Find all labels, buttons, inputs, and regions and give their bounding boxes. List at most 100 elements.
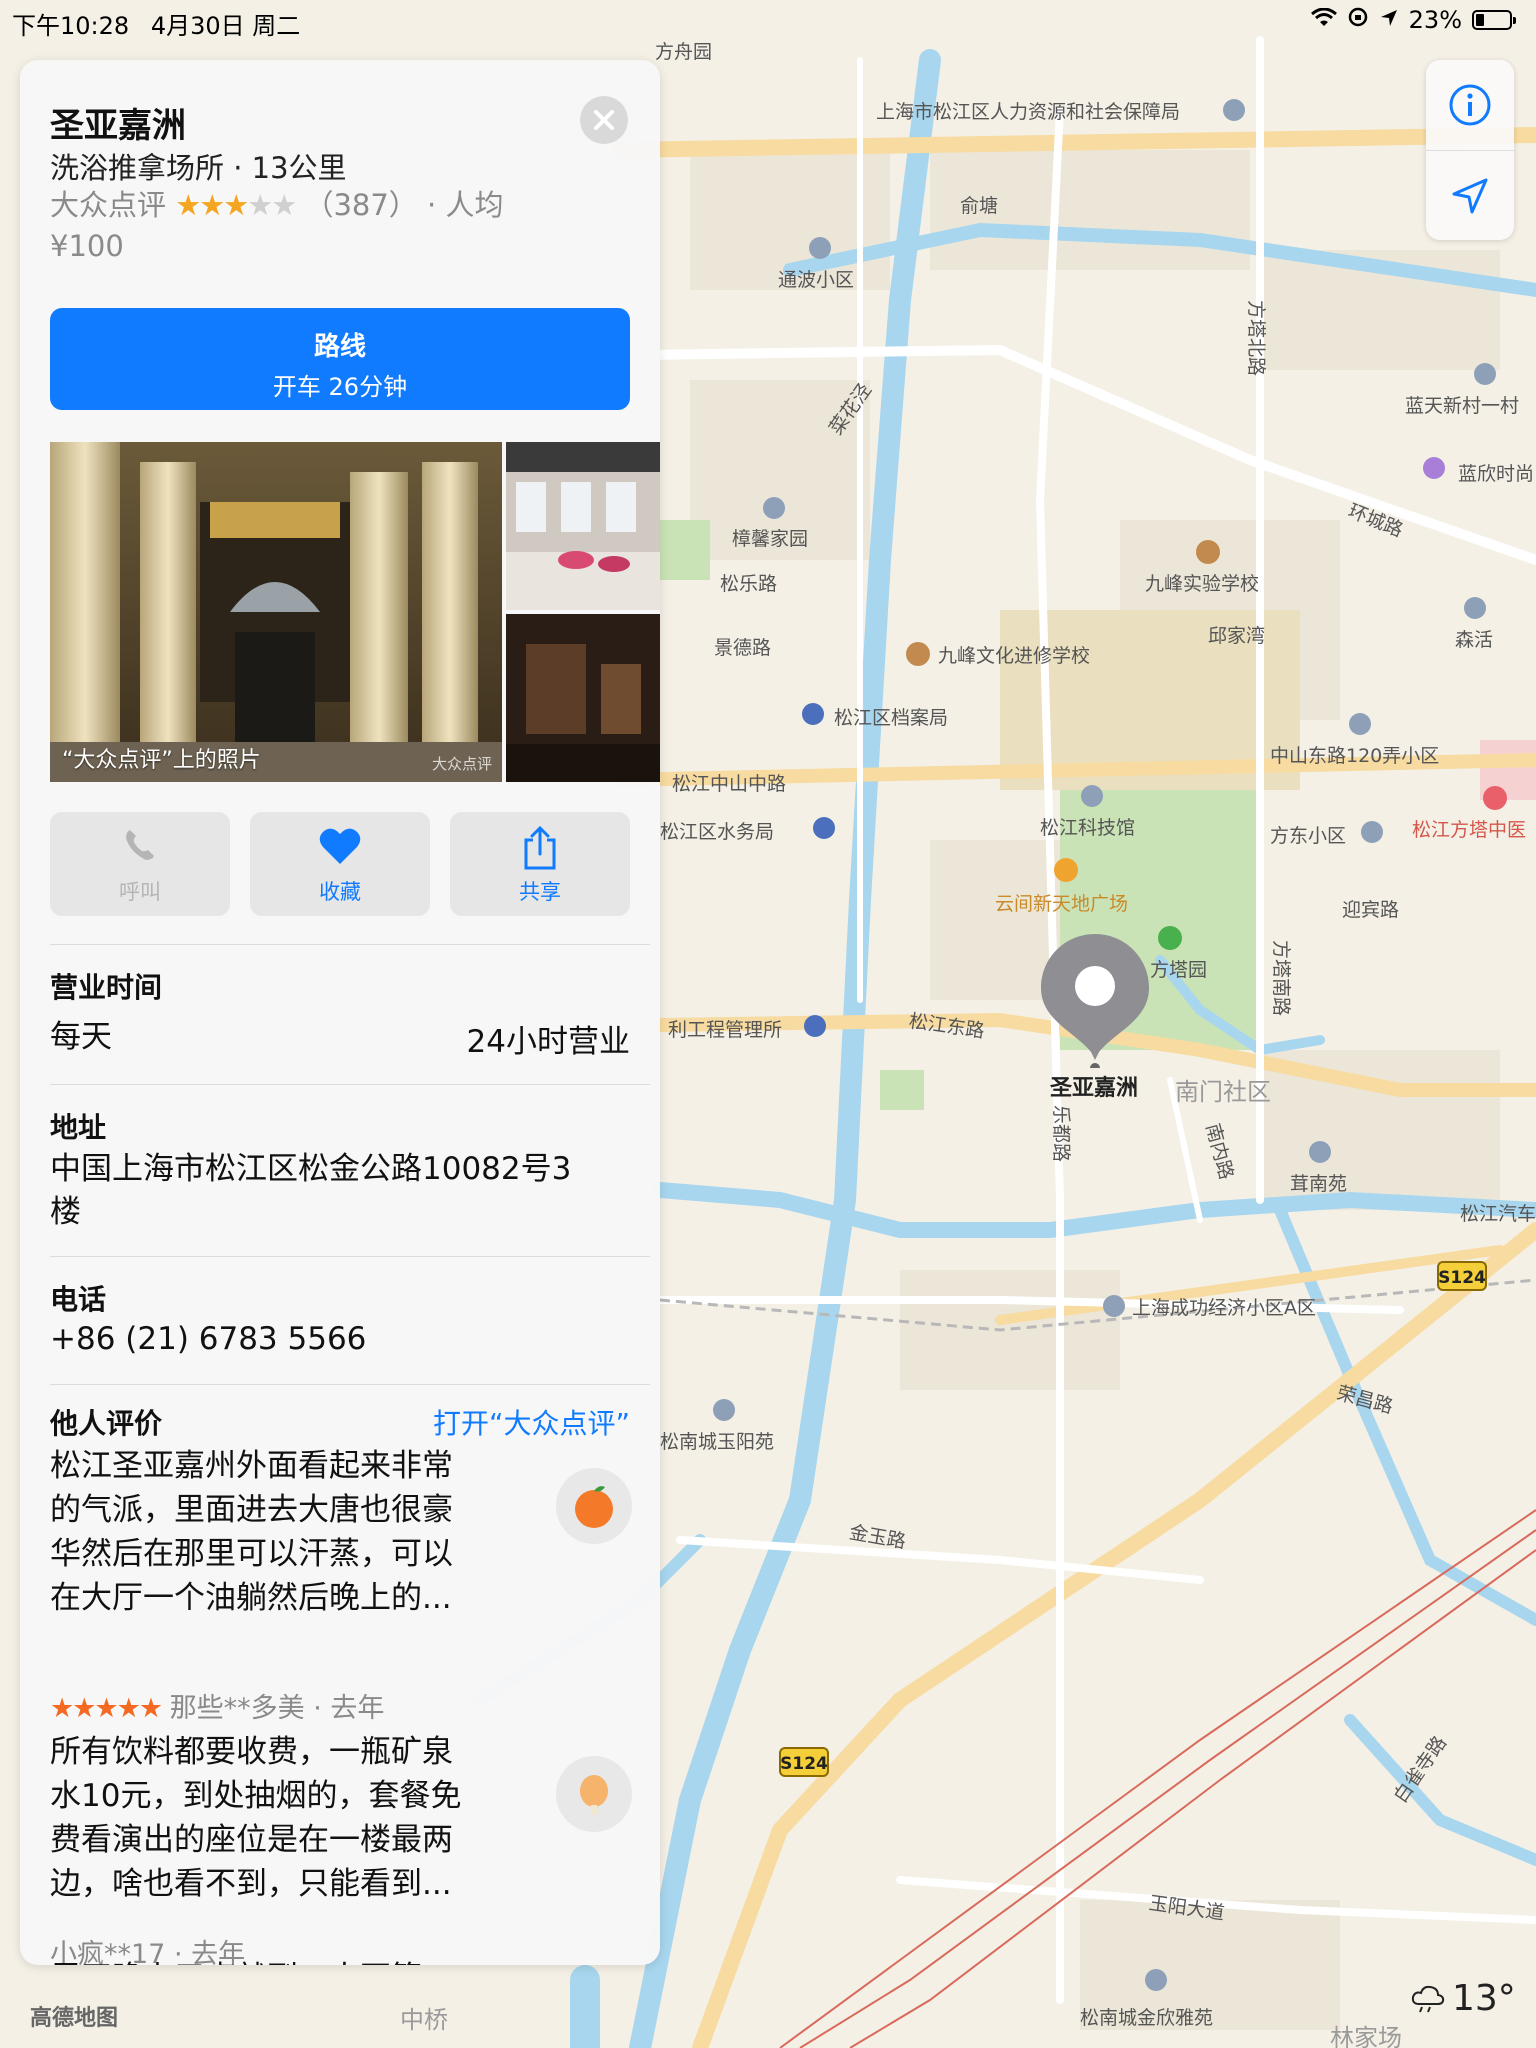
place-category-distance: 洗浴推拿场所 · 13公里 [50, 151, 347, 185]
hours-value: 24小时营业 [466, 1024, 630, 1060]
map-label: 松乐路 [720, 573, 777, 595]
info-button[interactable] [1426, 60, 1514, 150]
map-label: 上海成功经济小区A区 [1132, 1297, 1316, 1319]
map-label: 邱家湾 [1208, 625, 1265, 647]
poi-icon[interactable] [906, 642, 930, 666]
poi-icon[interactable] [1158, 926, 1182, 950]
review-count: （387） [304, 188, 418, 222]
poi-icon[interactable] [1474, 363, 1496, 385]
highway-shield: S124 [1437, 1261, 1487, 1291]
svg-text:S124: S124 [780, 1754, 828, 1774]
poi-icon[interactable] [1483, 786, 1507, 810]
close-icon [594, 110, 614, 130]
divider [50, 1084, 650, 1085]
wifi-icon [1310, 6, 1337, 34]
review-text[interactable]: 周四晚上五点就到，人不算 [50, 1956, 520, 1965]
map-label: 松江区档案局 [834, 707, 948, 729]
poi-icon[interactable] [1145, 1969, 1167, 1991]
review-line: 所有饮料都要收费，一瓶矿泉 [50, 1734, 453, 1770]
poi-icon[interactable] [1223, 99, 1245, 121]
review-line: 华然后在那里可以汗蒸，可以 [50, 1536, 453, 1572]
divider [50, 944, 650, 945]
poi-icon[interactable] [1196, 540, 1220, 564]
poi-icon[interactable] [1361, 821, 1383, 843]
share-button[interactable]: 共享 [450, 812, 630, 916]
photo-main[interactable]: “大众点评”上的照片 大众点评 [50, 442, 502, 782]
rating-stars: ★★★★★ [175, 188, 297, 222]
map-label: 中山东路120弄小区 [1270, 745, 1439, 767]
poi-icon[interactable] [813, 817, 835, 839]
battery-icon [1472, 10, 1516, 30]
poi-icon[interactable] [809, 237, 831, 259]
share-icon [524, 826, 556, 870]
status-time: 下午10:28 [12, 12, 130, 40]
info-icon [1449, 84, 1491, 126]
status-bar: 下午10:28 4月30日 周二 23% [0, 0, 1536, 40]
poi-icon[interactable] [1081, 785, 1103, 807]
phone-icon [126, 830, 154, 860]
poi-icon[interactable] [1309, 1141, 1331, 1163]
open-dianping-link[interactable]: 打开“大众点评” [433, 1402, 630, 1442]
close-button[interactable] [580, 96, 628, 144]
poi-icon[interactable] [1464, 597, 1486, 619]
location-pin[interactable] [1035, 928, 1155, 1073]
map-label: 乐都路 [1050, 1105, 1072, 1162]
highway-shield: S124 [779, 1747, 829, 1777]
poi-icon[interactable] [804, 1015, 826, 1037]
map-label: 通波小区 [778, 269, 854, 291]
orange-avatar-icon [575, 1486, 613, 1528]
chicken-avatar-icon [580, 1775, 608, 1815]
hours-day: 每天 [50, 1019, 112, 1055]
poi-icon[interactable] [802, 703, 824, 725]
cloud-rain-icon [1411, 1985, 1445, 2012]
heart-icon [319, 828, 361, 864]
favorite-button[interactable]: 收藏 [250, 812, 430, 916]
location-arrow-icon [1452, 178, 1488, 214]
photo-thumbnail[interactable] [506, 442, 660, 610]
review-line: 在大厅一个油躺然后晚上的... [50, 1580, 452, 1616]
action-row: 呼叫 收藏 共享 [50, 812, 630, 916]
map-label: 方舟园 [655, 41, 712, 63]
share-label: 共享 [519, 880, 561, 904]
photo-gallery[interactable]: “大众点评”上的照片 大众点评 [50, 442, 660, 782]
map-label: 上海市松江区人力资源和社会保障局 [876, 101, 1180, 123]
poi-icon[interactable] [1103, 1295, 1125, 1317]
review-text[interactable]: 松江圣亚嘉州外面看起来非常 的气派，里面进去大唐也很豪 华然后在那里可以汗蒸，可… [50, 1444, 520, 1620]
review-stars: ★★★★★ [50, 1693, 163, 1724]
photo-thumbnail[interactable] [506, 614, 660, 782]
phone-heading: 电话 [50, 1283, 107, 1316]
map-label: 景德路 [714, 637, 771, 659]
directions-button[interactable]: 路线 开车 26分钟 [50, 308, 630, 410]
avatar [556, 1468, 632, 1544]
map-label: 松南城金欣雅苑 [1080, 2007, 1213, 2029]
hours-heading: 营业时间 [50, 971, 163, 1004]
poi-icon[interactable] [1349, 713, 1371, 735]
map-label: 松江区水务局 [660, 821, 774, 843]
battery-percent: 23% [1408, 6, 1462, 34]
map-label: 松江汽车 [1460, 1203, 1536, 1225]
map-controls [1426, 60, 1514, 240]
phone-number[interactable]: +86 (21) 6783 5566 [50, 1318, 366, 1361]
price: ¥100 [50, 229, 124, 263]
location-arrow-icon [1379, 6, 1399, 34]
poi-icon[interactable] [763, 497, 785, 519]
map-label: 松江中山中路 [672, 773, 786, 795]
review-line: 周四晚上五点就到，人不算 [50, 1956, 520, 1965]
directions-label: 路线 [313, 332, 366, 362]
favorite-label: 收藏 [319, 880, 361, 904]
review-text[interactable]: 所有饮料都要收费，一瓶矿泉 水10元，到处抽烟的，套餐免 费看演出的座位是在一楼… [50, 1730, 520, 1906]
address-text[interactable]: 中国上海市松江区松金公路10082号3 楼 [50, 1148, 571, 1234]
review-line: 边，啥也看不到，只能看到... [50, 1866, 452, 1902]
review-meta: ★★★★★ 那些**多美 · 去年 [50, 1686, 384, 1725]
map-label: 方塔园 [1150, 959, 1207, 981]
call-label: 呼叫 [119, 880, 161, 904]
locate-me-button[interactable] [1426, 151, 1514, 241]
photo-caption: “大众点评”上的照片 [62, 748, 261, 773]
review-line: 水10元，到处抽烟的，套餐免 [50, 1778, 462, 1814]
map-label: 云间新天地广场 [995, 893, 1128, 915]
rating-source[interactable]: 大众点评 [50, 188, 166, 222]
poi-icon[interactable] [1423, 457, 1445, 479]
poi-icon[interactable] [1054, 858, 1078, 882]
call-button[interactable]: 呼叫 [50, 812, 230, 916]
poi-icon[interactable] [713, 1399, 735, 1421]
